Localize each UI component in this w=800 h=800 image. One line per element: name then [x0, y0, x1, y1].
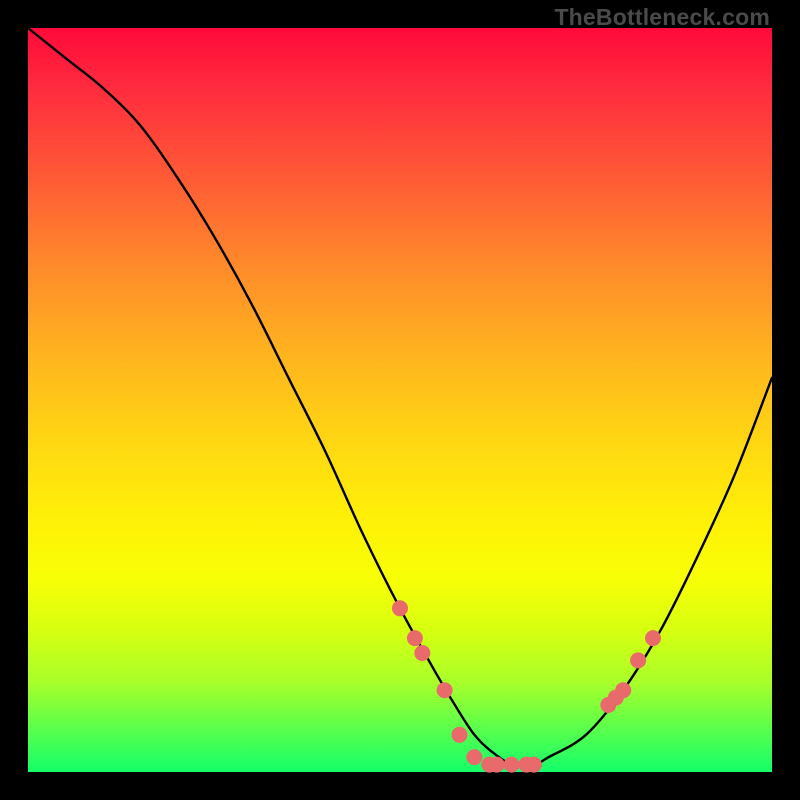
- highlight-dot: [504, 757, 520, 773]
- bottleneck-curve: [28, 28, 772, 766]
- highlight-dot: [630, 652, 646, 668]
- highlight-dot: [526, 757, 542, 773]
- highlight-dot: [489, 757, 505, 773]
- highlight-dot: [645, 630, 661, 646]
- watermark-text: TheBottleneck.com: [554, 4, 770, 31]
- highlight-dots: [392, 600, 661, 772]
- chart-frame: TheBottleneck.com: [0, 0, 800, 800]
- highlight-dot: [414, 645, 430, 661]
- highlight-dot: [392, 600, 408, 616]
- highlight-dot: [615, 682, 631, 698]
- curve-svg: [28, 28, 772, 772]
- highlight-dot: [437, 682, 453, 698]
- highlight-dot: [452, 727, 468, 743]
- highlight-dot: [407, 630, 423, 646]
- plot-area: [28, 28, 772, 772]
- highlight-dot: [466, 749, 482, 765]
